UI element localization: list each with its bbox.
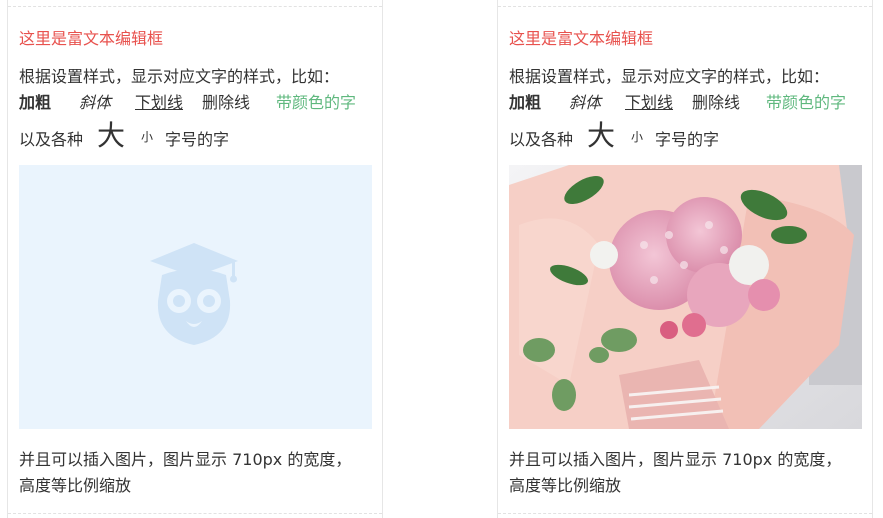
divider-top <box>498 6 872 7</box>
italic-sample: 斜体 <box>569 93 602 112</box>
divider-bottom <box>498 513 872 514</box>
size-prefix: 以及各种 <box>509 130 574 149</box>
bold-sample: 加粗 <box>509 93 542 112</box>
panel-title: 这里是富文本编辑框 <box>509 29 654 48</box>
italic-sample: 斜体 <box>79 93 112 112</box>
strikethrough-sample: 删除线 <box>692 93 741 112</box>
owl-graduation-cap-icon <box>150 243 238 345</box>
bouquet-photo <box>509 165 862 429</box>
bouquet-image <box>509 165 862 429</box>
size-suffix: 字号的字 <box>165 130 230 149</box>
size-prefix: 以及各种 <box>19 130 84 149</box>
bold-sample: 加粗 <box>19 93 52 112</box>
intro-text: 根据设置样式，显示对应文字的样式，比如： <box>19 67 340 86</box>
paragraph-line-2: 高度等比例缩放 <box>509 476 622 495</box>
image-placeholder <box>19 165 372 429</box>
underline-sample: 下划线 <box>135 93 184 112</box>
paragraph-line-2: 高度等比例缩放 <box>19 476 132 495</box>
colored-text-sample: 带颜色的字 <box>766 93 847 112</box>
font-size-examples: 以及各种 大 小 字号的字 <box>509 114 849 154</box>
rich-text-panel-right: 这里是富文本编辑框 根据设置样式，显示对应文字的样式，比如： 加粗 斜体 下划线… <box>497 0 873 518</box>
divider-bottom <box>8 513 382 514</box>
big-text-sample: 大 <box>587 119 616 152</box>
colored-text-sample: 带颜色的字 <box>276 93 357 112</box>
paragraph-line-1: 并且可以插入图片，图片显示 710px 的宽度， <box>19 450 352 469</box>
big-text-sample: 大 <box>97 119 126 152</box>
paragraph-line-1: 并且可以插入图片，图片显示 710px 的宽度， <box>509 450 842 469</box>
divider-top <box>8 6 382 7</box>
size-suffix: 字号的字 <box>655 130 720 149</box>
rich-text-panel-left: 这里是富文本编辑框 根据设置样式，显示对应文字的样式，比如： 加粗 斜体 下划线… <box>7 0 383 518</box>
font-size-examples: 以及各种 大 小 字号的字 <box>19 114 359 154</box>
intro-text: 根据设置样式，显示对应文字的样式，比如： <box>509 67 830 86</box>
underline-sample: 下划线 <box>625 93 674 112</box>
strikethrough-sample: 删除线 <box>202 93 251 112</box>
paragraph-text: 并且可以插入图片，图片显示 710px 的宽度， 高度等比例缩放 <box>19 447 369 499</box>
panel-title: 这里是富文本编辑框 <box>19 29 164 48</box>
small-text-sample: 小 <box>631 130 644 144</box>
small-text-sample: 小 <box>141 130 154 144</box>
paragraph-text: 并且可以插入图片，图片显示 710px 的宽度， 高度等比例缩放 <box>509 447 859 499</box>
